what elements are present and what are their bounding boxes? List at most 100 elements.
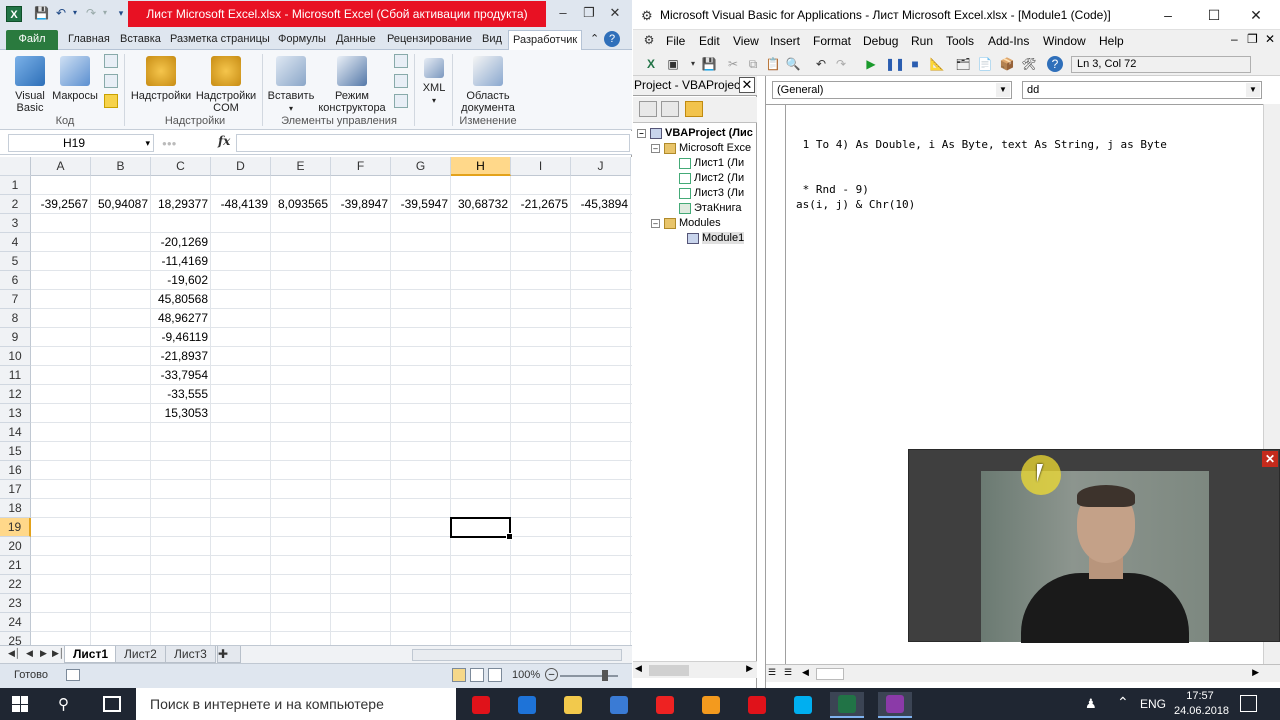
taskbar-search-input[interactable]: Поиск в интернете и на компьютере — [136, 688, 456, 720]
column-header-b[interactable]: B — [91, 157, 151, 176]
redo-dropdown-icon[interactable]: ▾ — [98, 6, 112, 20]
cell-g2[interactable]: -39,5947 — [391, 195, 451, 214]
zoom-level[interactable]: 100% — [512, 669, 540, 681]
tree-node-module1[interactable]: Module1 — [687, 231, 745, 246]
row-header-20[interactable]: 20 — [0, 537, 31, 556]
taskbar-app-opera[interactable] — [464, 692, 498, 718]
formula-input[interactable] — [236, 134, 630, 152]
cell-c5[interactable]: -11,4169 — [151, 252, 211, 271]
reset-icon[interactable]: ■ — [907, 56, 923, 72]
cell-c8[interactable]: 48,96277 — [151, 309, 211, 328]
taskbar-app-file-explorer[interactable] — [556, 692, 590, 718]
project-close-icon[interactable]: ✕ — [739, 77, 755, 93]
normal-view-icon[interactable] — [452, 668, 466, 682]
paste-icon[interactable]: 📋 — [765, 56, 781, 72]
object-browser-icon[interactable]: 📦 — [999, 56, 1015, 72]
cell-d2[interactable]: -48,4139 — [211, 195, 271, 214]
sheet-tab-list2[interactable]: Лист2 — [115, 646, 166, 663]
cell-c10[interactable]: -21,8937 — [151, 347, 211, 366]
tab-file[interactable]: Файл — [6, 30, 58, 50]
menu-addins[interactable]: Add-Ins — [988, 34, 1029, 48]
object-combo[interactable]: (General) ▼ — [772, 81, 1012, 99]
name-box-dropdown-icon[interactable]: ▾ — [145, 135, 150, 151]
column-header-h[interactable]: H — [451, 157, 511, 176]
procedure-view-icon[interactable]: ☰ — [768, 667, 776, 678]
row-header-12[interactable]: 12 — [0, 385, 31, 404]
undo-icon[interactable]: ↶ — [813, 56, 829, 72]
cell-c9[interactable]: -9,46119 — [151, 328, 211, 347]
selected-cell-h19[interactable] — [450, 517, 513, 540]
tray-chevron-up-icon[interactable]: ⌃ — [1117, 694, 1129, 711]
cell-a2[interactable]: -39,2567 — [31, 195, 91, 214]
row-header-1[interactable]: 1 — [0, 176, 31, 195]
column-header-d[interactable]: D — [211, 157, 271, 176]
menu-file[interactable]: File — [666, 34, 685, 48]
com-addins-button[interactable]: Надстройки COM — [194, 56, 258, 114]
prev-sheet-arrow-icon[interactable]: ◀ — [26, 648, 33, 659]
cell-c11[interactable]: -33,7954 — [151, 366, 211, 385]
zoom-slider-knob[interactable] — [602, 670, 608, 681]
save-icon[interactable]: 💾 — [701, 56, 717, 72]
mdi-close-icon[interactable]: ✕ — [1265, 32, 1275, 46]
row-header-21[interactable]: 21 — [0, 556, 31, 575]
scroll-thumb[interactable] — [816, 668, 844, 680]
horizontal-scrollbar[interactable] — [412, 649, 622, 661]
row-header-6[interactable]: 6 — [0, 271, 31, 290]
record-macro-icon[interactable] — [104, 54, 118, 68]
vba-menu-icon[interactable]: ⚙ — [641, 32, 657, 48]
minimize-button[interactable]: – — [552, 3, 574, 23]
select-all-corner[interactable] — [0, 157, 31, 176]
find-icon[interactable]: 🔍 — [785, 56, 801, 72]
column-header-f[interactable]: F — [331, 157, 391, 176]
row-header-24[interactable]: 24 — [0, 613, 31, 632]
row-header-17[interactable]: 17 — [0, 480, 31, 499]
procedure-combo[interactable]: dd ▼ — [1022, 81, 1262, 99]
menu-help[interactable]: Help — [1099, 34, 1124, 48]
customize-quick-access-icon[interactable]: ▾ — [114, 6, 128, 20]
webcam-close-icon[interactable]: ✕ — [1262, 451, 1278, 467]
save-icon[interactable]: 💾 — [34, 6, 49, 20]
code-horizontal-scrollbar[interactable]: ☰ ☰ ◀ ▶ — [766, 664, 1280, 682]
excel-app-icon[interactable]: X — [6, 6, 22, 22]
cell-e2[interactable]: 8,093565 — [271, 195, 331, 214]
xml-button[interactable]: XML ▾ — [418, 58, 450, 107]
cell-c13[interactable]: 15,3053 — [151, 404, 211, 423]
row-header-7[interactable]: 7 — [0, 290, 31, 309]
insert-sheet-icon[interactable]: ✚ — [217, 646, 241, 663]
taskbar-app-media[interactable] — [878, 692, 912, 718]
row-header-19[interactable]: 19 — [0, 518, 31, 537]
column-header-c[interactable]: C — [151, 157, 211, 176]
row-header-13[interactable]: 13 — [0, 404, 31, 423]
redo-icon[interactable]: ↷ — [833, 56, 849, 72]
row-header-15[interactable]: 15 — [0, 442, 31, 461]
insert-userform-icon[interactable]: ▣ — [665, 56, 681, 72]
zoom-slider[interactable] — [560, 675, 618, 677]
visual-basic-button[interactable]: Visual Basic — [8, 56, 52, 114]
zoom-out-icon[interactable]: – — [545, 668, 558, 681]
sheet-tab-list3[interactable]: Лист3 — [165, 646, 216, 663]
row-header-22[interactable]: 22 — [0, 575, 31, 594]
tab-home[interactable]: Главная — [64, 30, 114, 50]
copy-icon[interactable]: ⧉ — [745, 56, 761, 72]
cut-icon[interactable]: ✂ — [725, 56, 741, 72]
project-horizontal-scrollbar[interactable]: ◀ ▶ — [633, 661, 757, 678]
task-view-icon[interactable] — [103, 696, 121, 712]
row-header-8[interactable]: 8 — [0, 309, 31, 328]
vbe-minimize-button[interactable]: – — [1157, 5, 1179, 25]
row-header-4[interactable]: 4 — [0, 233, 31, 252]
taskbar-app-opera-2[interactable] — [740, 692, 774, 718]
row-header-14[interactable]: 14 — [0, 423, 31, 442]
column-header-j[interactable]: J — [571, 157, 631, 176]
tree-node-vbaproject[interactable]: – VBAProject (Лис — [637, 126, 753, 141]
column-header-i[interactable]: I — [511, 157, 571, 176]
tree-node-excel-objects[interactable]: – Microsoft Exce — [651, 141, 751, 156]
undo-icon[interactable]: ↶ — [54, 6, 68, 20]
collapse-icon[interactable]: – — [651, 143, 660, 153]
run-dialog-icon[interactable] — [394, 94, 408, 108]
view-code-icon[interactable] — [639, 101, 657, 117]
scroll-right-icon[interactable]: ▶ — [1252, 667, 1259, 678]
menu-edit[interactable]: Edit — [699, 34, 720, 48]
cell-c7[interactable]: 45,80568 — [151, 290, 211, 309]
menu-insert[interactable]: Insert — [770, 34, 800, 48]
vbe-close-button[interactable]: ✕ — [1245, 5, 1267, 25]
